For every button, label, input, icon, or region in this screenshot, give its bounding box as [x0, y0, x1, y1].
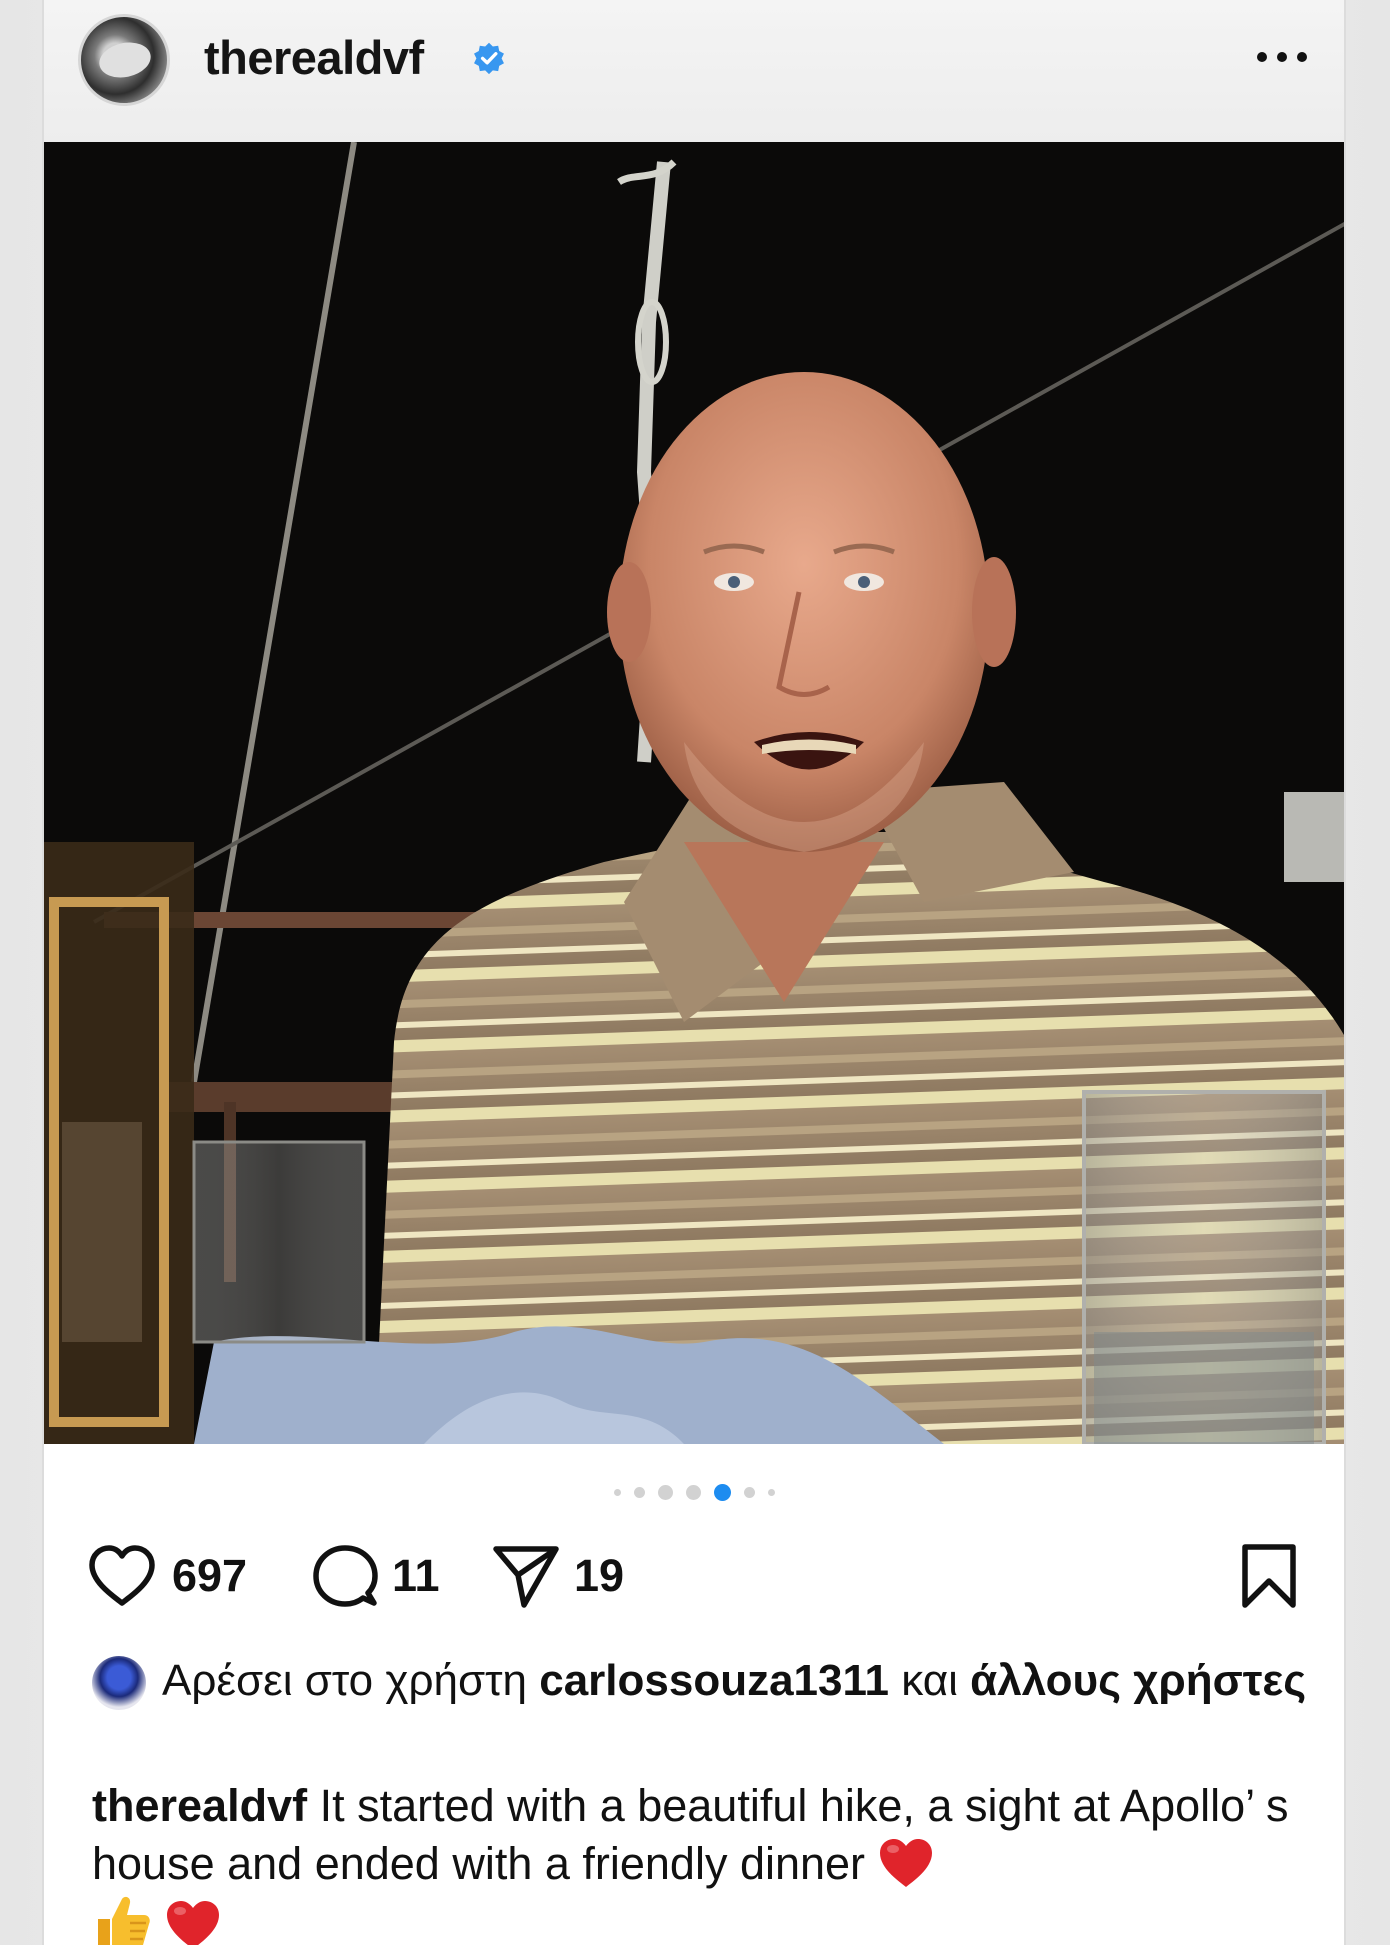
comment-count: 11: [392, 1550, 440, 1601]
carousel-dot: [767, 1488, 775, 1496]
avatar-photo: [96, 37, 154, 83]
comment-action[interactable]: 11: [312, 1536, 440, 1616]
carousel-dot: [743, 1486, 755, 1498]
thumbs-up-emoji: [98, 1896, 150, 1945]
post-header: therealdvf: [44, 0, 1344, 142]
share-count: 19: [574, 1550, 625, 1601]
caption-author[interactable]: therealdvf: [92, 1780, 307, 1831]
like-count: 697: [172, 1550, 248, 1601]
carousel-indicator: [44, 1480, 1344, 1504]
author-avatar[interactable]: [78, 14, 170, 106]
carousel-dot: [685, 1484, 701, 1500]
post-caption: therealdvf It started with a beautiful h…: [92, 1777, 1322, 1945]
share-action[interactable]: 19: [492, 1536, 624, 1616]
carousel-dot: [613, 1488, 621, 1496]
liked-by-line: Αρέσει στο χρήστη carlossouza1311 και άλ…: [92, 1652, 1312, 1710]
photo-illustration: [44, 142, 1344, 1444]
carousel-dot: [633, 1486, 645, 1498]
save-action[interactable]: [1240, 1536, 1298, 1616]
carousel-dot-active: [713, 1483, 731, 1501]
comment-icon[interactable]: [312, 1543, 378, 1609]
liked-by-middle: και: [901, 1656, 958, 1705]
liked-by-user[interactable]: carlossouza1311: [539, 1656, 889, 1705]
author-username[interactable]: therealdvf: [204, 30, 424, 85]
post-card: therealdvf 697 11 19 Αρέσει στο χρήστη c…: [42, 0, 1346, 1945]
action-bar: 697 11 19: [44, 1536, 1344, 1616]
red-heart-emoji: [879, 1839, 932, 1887]
liked-by-text: Αρέσει στο χρήστη carlossouza1311 και άλ…: [92, 1652, 1312, 1709]
liked-by-others[interactable]: άλλους χρήστες: [970, 1656, 1306, 1705]
bookmark-icon[interactable]: [1240, 1543, 1298, 1609]
red-heart-emoji: [166, 1901, 219, 1945]
like-action[interactable]: 697: [86, 1536, 247, 1616]
verified-badge-icon: [474, 42, 504, 75]
post-photo[interactable]: [44, 142, 1344, 1444]
share-icon[interactable]: [492, 1543, 560, 1609]
carousel-dot: [657, 1484, 673, 1500]
heart-icon[interactable]: [86, 1543, 158, 1609]
more-options-icon[interactable]: [1254, 50, 1310, 64]
liked-by-prefix: Αρέσει στο χρήστη: [162, 1656, 527, 1705]
liker-avatar[interactable]: [92, 1656, 146, 1710]
